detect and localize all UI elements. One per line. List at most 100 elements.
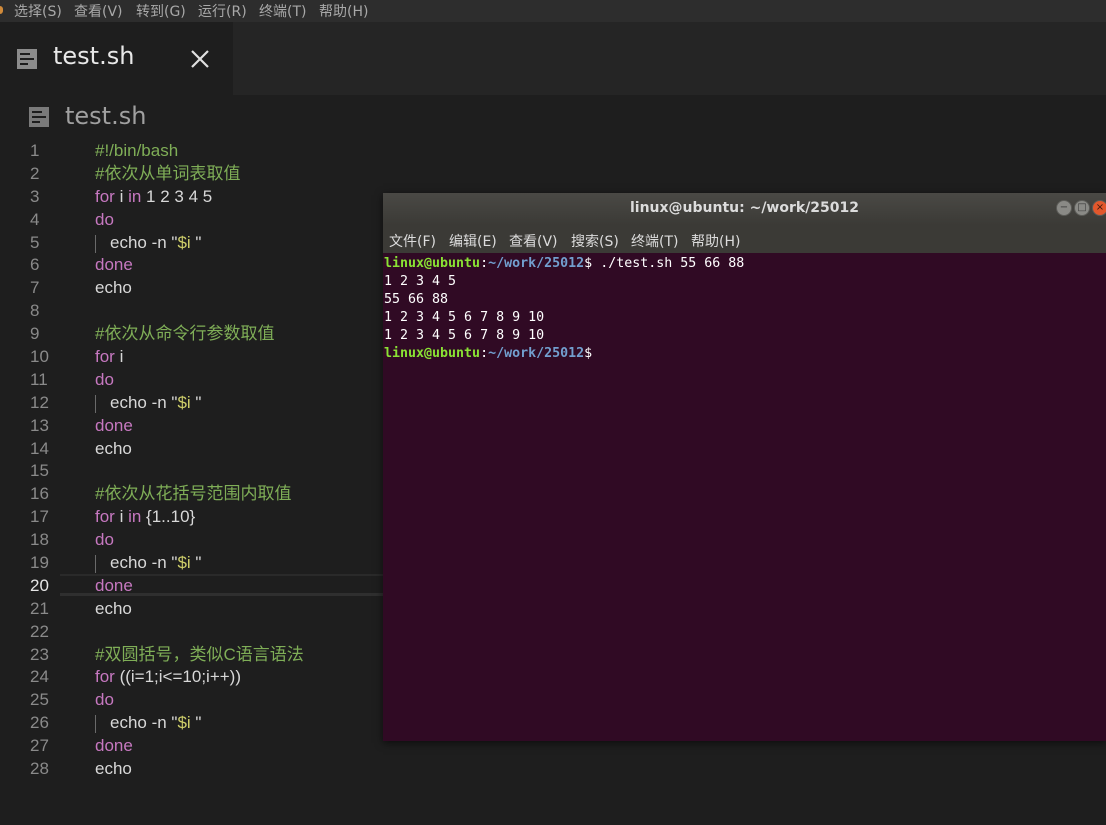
tab-strip: test.sh <box>0 22 1106 95</box>
terminal-menu-view[interactable]: 查看(V) <box>509 231 558 251</box>
terminal-menu-help[interactable]: 帮助(H) <box>691 231 740 251</box>
line-number: 16 <box>30 484 49 504</box>
menu-accent-dot <box>0 6 3 14</box>
line-number: 2 <box>30 163 40 183</box>
line-number: 28 <box>30 759 49 779</box>
code-text: echo -n " <box>110 232 178 252</box>
code-keyword: in <box>128 186 142 206</box>
line-number-gutter: 1 2 3 4 5 6 7 8 9 10 11 12 13 14 15 16 17 18 19 20 21 22 23 24 2… <box>0 140 60 781</box>
menu-view[interactable]: 查看(V) <box>74 1 123 21</box>
menu-terminal[interactable]: 终端(T) <box>259 1 306 21</box>
close-icon[interactable] <box>188 47 212 71</box>
terminal-line: linux@ubuntu:~/work/25012$ <box>384 345 592 363</box>
code-keyword: do <box>95 369 114 389</box>
tab-test-sh[interactable]: test.sh <box>0 22 233 95</box>
terminal-text: 1 2 3 4 5 <box>384 274 457 289</box>
minimize-button[interactable]: − <box>1056 200 1072 216</box>
code-line[interactable]: for i in {1..10} <box>95 506 385 529</box>
terminal-menu-search[interactable]: 搜索(S) <box>571 231 619 251</box>
code-line[interactable]: #依次从花括号范围内取值 <box>95 483 385 506</box>
code-line[interactable]: echo -n "$i " <box>95 232 385 255</box>
terminal-window[interactable]: linux@ubuntu: ~/work/25012 − □ × 文件(F) 编… <box>383 193 1106 741</box>
code-line[interactable]: do <box>95 529 385 552</box>
code-line[interactable]: for i <box>95 346 385 369</box>
code-line[interactable]: echo -n "$i " <box>95 552 385 575</box>
code-line[interactable]: echo -n "$i " <box>95 712 385 735</box>
prompt-user: linux@ubuntu <box>384 256 481 271</box>
code-keyword: done <box>95 736 133 756</box>
file-icon <box>28 106 50 132</box>
code-text: ((i=1;i<=10;i++)) <box>114 667 241 687</box>
code-text: {1..10} <box>141 507 196 527</box>
prompt-symbol: $ <box>584 256 601 271</box>
code-text: i <box>114 186 129 206</box>
code-comment: #依次从花括号范围内取值 <box>95 484 292 504</box>
terminal-title: linux@ubuntu: ~/work/25012 <box>629 200 860 216</box>
code-line[interactable]: for i in 1 2 3 4 5 <box>95 186 385 209</box>
code-text: " <box>190 553 202 573</box>
terminal-text: 1 2 3 4 5 6 7 8 9 10 <box>384 310 545 325</box>
line-number: 27 <box>30 736 49 756</box>
line-number: 25 <box>30 690 49 710</box>
code-line[interactable]: #依次从命令行参数取值 <box>95 323 385 346</box>
prompt-path: ~/work/25012 <box>488 346 585 361</box>
code-line[interactable] <box>95 460 385 483</box>
code-line[interactable]: do <box>95 369 385 392</box>
code-line[interactable]: done <box>95 575 385 598</box>
menu-run[interactable]: 运行(R) <box>198 1 247 21</box>
code-text: i <box>114 347 124 367</box>
line-number: 17 <box>30 507 49 527</box>
code-line[interactable]: done <box>95 254 385 277</box>
menu-goto[interactable]: 转到(G) <box>136 1 186 21</box>
code-line[interactable]: do <box>95 209 385 232</box>
code-comment: #依次从单词表取值 <box>95 163 241 183</box>
terminal-line: 1 2 3 4 5 6 7 8 9 10 <box>384 309 544 327</box>
code-line[interactable]: do <box>95 689 385 712</box>
code-line[interactable]: for ((i=1;i<=10;i++)) <box>95 666 385 689</box>
line-number: 20 <box>30 575 49 595</box>
terminal-menu-edit[interactable]: 编辑(E) <box>449 231 497 251</box>
terminal-menu-bar: 文件(F) 编辑(E) 查看(V) 搜索(S) 终端(T) 帮助(H) <box>383 225 1106 253</box>
line-number: 5 <box>30 232 40 252</box>
code-keyword: for <box>95 667 115 687</box>
line-number: 14 <box>30 438 49 458</box>
code-line[interactable]: #依次从单词表取值 <box>95 163 385 186</box>
code-line[interactable]: echo -n "$i " <box>95 392 385 415</box>
code-line[interactable]: done <box>95 735 385 758</box>
line-number: 9 <box>30 324 40 344</box>
line-number: 3 <box>30 186 40 206</box>
code-text: echo -n " <box>110 553 178 573</box>
close-button[interactable]: × <box>1092 200 1106 216</box>
code-text: " <box>190 713 202 733</box>
code-text: 1 2 3 4 5 <box>141 186 213 206</box>
code-line[interactable] <box>95 300 385 323</box>
line-number: 23 <box>30 644 49 664</box>
code-line[interactable] <box>95 621 385 644</box>
prompt-user: linux@ubuntu <box>384 346 481 361</box>
line-number: 24 <box>30 667 49 687</box>
terminal-line: 1 2 3 4 5 6 7 8 9 10 <box>384 327 544 345</box>
code-line[interactable]: echo <box>95 598 385 621</box>
maximize-button[interactable]: □ <box>1074 200 1090 216</box>
menu-help[interactable]: 帮助(H) <box>319 1 368 21</box>
terminal-text: 1 2 3 4 5 6 7 8 9 10 <box>384 328 545 343</box>
terminal-title-bar[interactable]: linux@ubuntu: ~/work/25012 − □ × <box>383 193 1106 225</box>
code-keyword: in <box>128 507 142 527</box>
terminal-output[interactable]: linux@ubuntu:~/work/25012$ ./test.sh 55 … <box>383 253 1106 741</box>
code-line[interactable]: echo <box>95 758 385 781</box>
code-keyword: done <box>95 415 133 435</box>
editor-file-title: test.sh <box>65 102 147 130</box>
code-keyword: do <box>95 530 114 550</box>
terminal-menu-terminal[interactable]: 终端(T) <box>631 231 678 251</box>
code-text: echo <box>95 598 132 618</box>
code-line[interactable]: done <box>95 415 385 438</box>
code-line[interactable]: #!/bin/bash <box>95 140 385 163</box>
code-line[interactable]: echo <box>95 277 385 300</box>
code-line[interactable]: #双圆括号，类似C语言语法 <box>95 644 385 667</box>
code-area[interactable]: #!/bin/bash #依次从单词表取值 for i in 1 2 3 4 5 do… <box>95 140 385 781</box>
line-number: 15 <box>30 461 49 481</box>
menu-select[interactable]: 选择(S) <box>14 1 62 21</box>
terminal-menu-file[interactable]: 文件(F) <box>389 231 436 251</box>
code-line[interactable]: echo <box>95 438 385 461</box>
code-keyword: for <box>95 347 115 367</box>
